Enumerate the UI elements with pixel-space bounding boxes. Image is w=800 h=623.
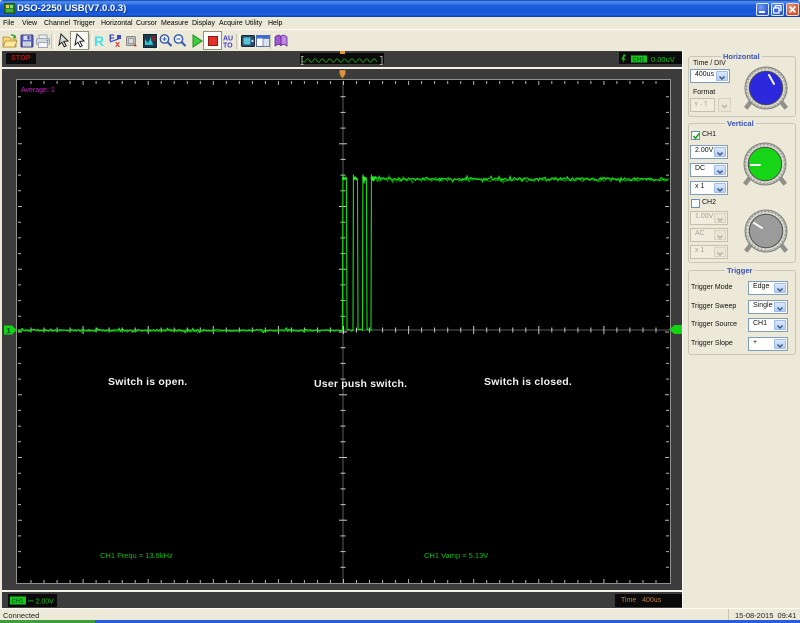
- svg-text:1: 1: [7, 326, 11, 335]
- svg-text:Switch is open.: Switch is open.: [108, 376, 187, 388]
- svg-text:User push switch.: User push switch.: [314, 378, 407, 390]
- svg-text:CH1 Vamp = 5.13V: CH1 Vamp = 5.13V: [424, 551, 488, 560]
- svg-text:AU: AU: [223, 36, 233, 43]
- svg-text:x: x: [115, 39, 120, 49]
- svg-text:Switch is closed.: Switch is closed.: [484, 376, 572, 388]
- svg-text:0.00uV: 0.00uV: [651, 55, 675, 64]
- svg-text:CH1: CH1: [633, 58, 646, 64]
- svg-text:⎓ 2.00V: ⎓ 2.00V: [28, 599, 54, 606]
- svg-text:Average: 1: Average: 1: [21, 87, 55, 94]
- svg-text:R: R: [94, 33, 104, 49]
- svg-text:CH1 Frequ = 13.9kHz: CH1 Frequ = 13.9kHz: [100, 551, 173, 560]
- svg-text:TO: TO: [223, 43, 233, 50]
- svg-text:CH1: CH1: [12, 599, 25, 605]
